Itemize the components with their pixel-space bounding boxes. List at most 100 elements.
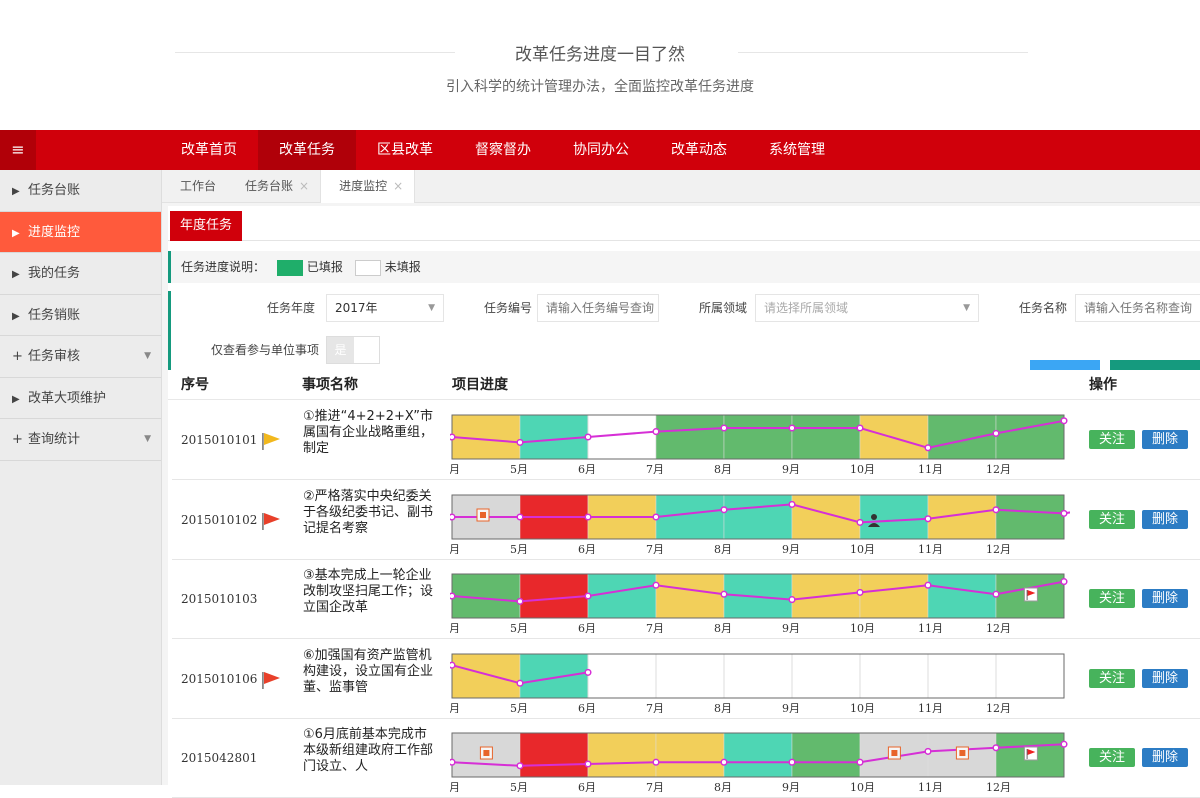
tab-annual-tasks[interactable]: 年度任务 [170,211,243,241]
delete-button[interactable]: 删除 [1142,748,1188,767]
chevron-down-icon: ▼ [144,434,151,444]
month-label: 12月 [986,781,1011,792]
sidebar-item-label: 我的任务 [28,266,81,281]
sidebar-item-4[interactable]: + 任务审核 ▼ [0,336,161,378]
sidebar-item-1[interactable]: ▶ 进度监控 [0,211,161,253]
progress-cell [451,653,521,698]
close-icon[interactable]: × [393,179,403,193]
nav-item-0[interactable]: 改革首页 [160,130,258,170]
delete-button[interactable]: 删除 [1142,430,1188,449]
follow-button[interactable]: 关注 [1089,668,1135,688]
page-title: 改革任务进度一目了然 [515,45,685,65]
table-header: 序号 事项名称 项目进度 操作 [168,370,1200,400]
progress-point [450,592,456,600]
month-label: 12月 [986,702,1011,713]
month-label: 10月 [850,781,875,792]
progress-point [1060,740,1068,748]
top-navbar: ≡ 改革首页 改革任务 区县改革 督察督办 协同办公 改革动态 系统管理 [0,130,1200,170]
progress-cell [995,414,1065,460]
progress-point [924,747,932,755]
sidebar-item-3[interactable]: ▶ 任务销账 [0,295,161,336]
caret-right-icon: ▶ [12,186,20,197]
document-icon[interactable] [887,746,901,760]
export-button[interactable] [1110,360,1200,370]
progress-point [584,512,592,521]
document-icon[interactable] [479,746,493,760]
progress-point [652,428,660,436]
month-label: 12月 [986,463,1011,474]
legend-unfilled-swatch [354,259,381,276]
task-name-input[interactable] [1075,294,1200,322]
month-label: 11月 [918,702,943,713]
tab-0[interactable]: 工作台 [162,170,227,203]
sidebar-item-label: 任务台账 [28,183,81,198]
progress-point [856,424,864,432]
progress-point [992,429,1000,437]
nav-item-1[interactable]: 改革任务 [258,130,356,170]
sidebar-item-5[interactable]: ▶ 改革大项维护 [0,378,161,419]
follow-button[interactable]: 关注 [1089,430,1135,449]
month-label: 9月 [782,463,800,474]
month-label: 10月 [850,622,875,633]
subtab-bar: 年度任务 [168,211,1200,241]
month-label: 6月 [578,622,596,633]
sidebar-item-2[interactable]: ▶ 我的任务 [0,253,161,295]
finish-flag-icon[interactable] [1023,587,1038,602]
progress-point [788,424,796,432]
task-name: ①推进“4+2+2+X”市属国有企业战略重组，制定 [303,409,434,456]
month-label: 8月 [714,543,732,554]
col-id-header: 序号 [181,377,209,393]
progress-point [924,444,932,452]
month-label: 7月 [646,781,664,792]
task-code-input[interactable] [537,294,659,322]
search-button[interactable] [1030,360,1100,370]
delete-button[interactable]: 删除 [1142,668,1188,688]
task-id: 2015010102 [181,512,258,527]
finish-flag-icon[interactable] [1023,746,1038,761]
document-icon[interactable] [476,508,490,521]
month-label: 10月 [850,543,875,554]
nav-item-2[interactable]: 区县改革 [356,130,454,170]
progress-point [1060,509,1068,517]
delete-button[interactable]: 删除 [1142,509,1188,529]
main-area: 工作台 任务台账 × 进度监控 × 年度任务 任务进度说明： 已填报 未填报 任务年度 … [162,170,1200,798]
task-id: 2015010103 [181,592,258,606]
hamburger-menu-icon[interactable]: ≡ [0,130,36,170]
month-label: 10月 [850,702,875,713]
document-icon[interactable] [955,746,969,760]
month-label: 8月 [714,781,732,792]
month-label: 5月 [510,463,528,474]
sidebar-item-label: 任务销账 [28,307,81,323]
progress-point [720,590,728,598]
only-participating-toggle[interactable]: 是 [326,336,380,364]
sidebar-item-6[interactable]: + 查询统计 ▼ [0,419,161,461]
task-id: 2015010101 [181,433,258,447]
sidebar-item-label: 进度监控 [28,224,81,240]
month-label: 6月 [578,463,596,474]
nav-item-3[interactable]: 督察督办 [454,130,552,170]
follow-button[interactable]: 关注 [1089,748,1135,767]
close-icon[interactable]: × [299,179,309,193]
nav-item-6[interactable]: 系统管理 [748,130,846,170]
domain-select[interactable]: 请选择所属领域 ▼ [755,294,979,322]
month-label: 6月 [578,543,596,554]
nav-item-5[interactable]: 改革动态 [650,130,748,170]
progress-point [720,758,728,766]
month-label: 4月 [450,622,460,633]
follow-button[interactable]: 关注 [1089,509,1135,529]
tab-2[interactable]: 进度监控 × [320,170,416,203]
nav-item-4[interactable]: 协同办公 [552,130,650,170]
tab-1[interactable]: 任务台账 × [227,170,320,203]
caret-right-icon: ▶ [12,310,20,322]
progress-point [788,500,796,508]
delete-button[interactable]: 删除 [1142,589,1188,608]
task-name-label: 任务名称 [1019,301,1068,315]
follow-button[interactable]: 关注 [1089,589,1135,608]
progress-point [992,590,1000,598]
progress-point [652,512,660,521]
sidebar-item-0[interactable]: ▶ 任务台账 [0,170,161,212]
month-label: 10月 [850,463,875,474]
progress-point [992,505,1000,513]
table-row: 2015010106 ⑥加强国有资产监管机构建设，设立国有企业董、监事管 4月 5月 6… [172,639,1200,719]
year-select[interactable]: 2017年 ▼ [326,294,444,322]
